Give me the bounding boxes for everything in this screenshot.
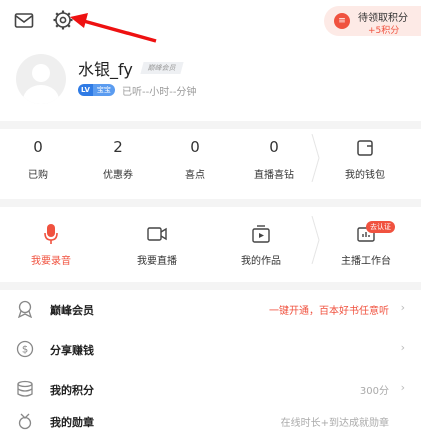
works-play-icon[interactable] (252, 224, 270, 244)
points-pill[interactable]: ≡ 待领取积分 +5积分 (324, 6, 421, 36)
section-separator (311, 216, 320, 264)
stat-diamonds-label: 直播喜钻 (254, 170, 294, 181)
medal-icon (18, 413, 32, 430)
chevron-right-icon: › (400, 381, 405, 394)
level-name: 宝宝 (92, 84, 115, 96)
annotation-arrow (70, 13, 157, 43)
lv-label: LV (78, 84, 93, 96)
chevron-right-icon: › (400, 341, 405, 354)
action-record-label[interactable]: 我要录音 (11, 252, 91, 267)
action-works-label[interactable]: 我的作品 (221, 252, 301, 267)
level-badge: LV 宝宝 (78, 84, 115, 96)
wallet-label[interactable]: 我的钱包 (325, 166, 405, 181)
stat-purchased-label: 已购 (28, 170, 48, 181)
list-item-title: 巅峰会员 (50, 304, 94, 317)
points-value: 300分 (359, 386, 389, 397)
list-item-vip[interactable]: 巅峰会员 一键开通，百本好书任意听 › (0, 292, 421, 326)
coin-dollar-icon: $ (16, 340, 34, 358)
list-item-share[interactable]: $ 分享赚钱 › (0, 332, 421, 366)
section-divider (0, 121, 421, 129)
certify-badge[interactable]: 去认证 (366, 221, 395, 233)
mail-icon[interactable] (14, 12, 34, 30)
svg-text:$: $ (22, 345, 28, 356)
points-sub: +5积分 (368, 26, 400, 36)
avatar[interactable] (16, 54, 66, 104)
vip-badge-icon (17, 300, 33, 318)
list-item-title: 分享赚钱 (50, 344, 94, 357)
stat-xidian-value[interactable]: 0 (165, 138, 225, 156)
stat-purchased-value[interactable]: 0 (8, 138, 68, 156)
points-title: 待领取积分 (358, 13, 408, 24)
video-camera-icon[interactable] (147, 226, 167, 242)
vip-promo-text: 一键开通，百本好书任意听 (269, 306, 389, 317)
stat-coupons-label: 优惠券 (103, 170, 133, 181)
coin-icon: ≡ (334, 13, 350, 29)
section-separator (311, 134, 320, 182)
microphone-icon[interactable] (43, 223, 59, 245)
medals-hint: 在线时长+到达成就勋章 (280, 418, 389, 429)
wallet-icon[interactable] (356, 139, 374, 157)
action-live-label[interactable]: 我要直播 (117, 252, 197, 267)
points-stack-icon (17, 380, 33, 397)
profile-name[interactable]: 水银_fy (78, 56, 133, 80)
stat-xidian-label: 喜点 (185, 170, 205, 181)
list-item-title: 我的勋章 (50, 416, 94, 429)
member-badge: 巅峰会员 (140, 62, 184, 74)
listen-time: 已听--小时--分钟 (122, 87, 197, 98)
stat-coupons-value[interactable]: 2 (88, 138, 148, 156)
section-divider (0, 282, 421, 290)
chevron-right-icon: › (400, 301, 405, 314)
stat-diamonds-value[interactable]: 0 (244, 138, 304, 156)
action-studio-label[interactable]: 主播工作台 (326, 252, 406, 267)
list-item-medals[interactable]: 我的勋章 在线时长+到达成就勋章 (0, 410, 421, 444)
list-item-title: 我的积分 (50, 384, 94, 397)
section-divider (0, 199, 421, 207)
list-item-points[interactable]: 我的积分 300分 › (0, 372, 421, 406)
